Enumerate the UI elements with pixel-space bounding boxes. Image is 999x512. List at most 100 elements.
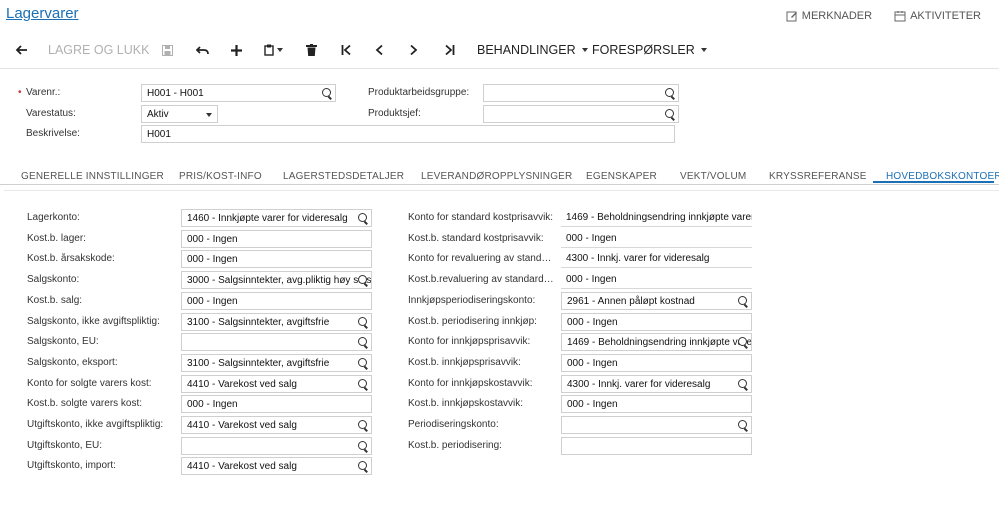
- search-icon[interactable]: [358, 316, 367, 326]
- next-record-button[interactable]: [410, 37, 418, 63]
- chevron-down-icon: [206, 113, 212, 117]
- account-selector[interactable]: 4410 - Varekost ved salg: [181, 374, 372, 393]
- field-label: Konto for innkjøpsprisavvik:: [408, 336, 531, 348]
- product-manager-label: Produktsjef:: [368, 108, 421, 119]
- active-tab-indicator: [873, 181, 994, 183]
- field-label: Kost.b. periodisering innkjøp:: [408, 315, 537, 327]
- field-label: Konto for solgte varers kost:: [27, 377, 152, 389]
- item-status-label: Varestatus:: [26, 108, 76, 119]
- account-selector[interactable]: 4300 - Innkj. varer for videresalg: [561, 374, 752, 393]
- add-button[interactable]: [231, 37, 242, 63]
- back-button[interactable]: [14, 37, 28, 63]
- save-button[interactable]: [162, 37, 173, 63]
- field-label: Konto for standard kostprisavvik:: [408, 212, 554, 223]
- account-selector[interactable]: 3100 - Salgsinntekter, avgiftsfrie: [181, 353, 372, 372]
- account-selector[interactable]: 4410 - Varekost ved salg: [181, 457, 372, 476]
- description-field[interactable]: H001: [141, 125, 675, 143]
- text-field[interactable]: 000 - Ingen: [561, 353, 752, 372]
- field-value: 000 - Ingen: [567, 316, 618, 328]
- inquiries-label: FORESPØRSLER: [592, 43, 695, 57]
- processing-menu[interactable]: BEHANDLINGER: [477, 37, 588, 63]
- account-selector[interactable]: 1460 - Innkjøpte varer for videresalg: [181, 209, 372, 227]
- chevron-down-icon: [700, 48, 707, 52]
- text-field[interactable]: 000 - Ingen: [181, 291, 372, 310]
- page-title[interactable]: Lagervarer: [6, 5, 79, 22]
- search-icon[interactable]: [358, 378, 367, 388]
- read-only-value: 1469 - Beholdningsendring innkjøpte vare…: [561, 209, 752, 227]
- field-value: 000 - Ingen: [567, 399, 618, 411]
- previous-record-button[interactable]: [375, 37, 383, 63]
- field-value: 1469 - Beholdningsendring innkjøpte vare: [567, 337, 752, 349]
- field-value: 3000 - Salgsinntekter, avg.pliktig høy s…: [187, 275, 372, 287]
- activities-button[interactable]: AKTIVITETER: [894, 10, 981, 22]
- read-only-value: 000 - Ingen: [561, 271, 752, 290]
- account-selector[interactable]: [181, 436, 372, 455]
- item-id-field[interactable]: H001 - H001: [141, 84, 336, 102]
- read-only-value: 4300 - Innkj. varer for videresalg: [561, 250, 752, 269]
- inquiries-menu[interactable]: FORESPØRSLER: [592, 37, 707, 63]
- account-selector[interactable]: [181, 333, 372, 352]
- work-group-field[interactable]: [483, 84, 679, 102]
- field-value: 1469 - Beholdningsendring innkjøpte vare…: [566, 212, 752, 223]
- search-icon[interactable]: [738, 337, 747, 347]
- field-label: Kost.b. lager:: [27, 232, 86, 244]
- search-icon[interactable]: [738, 295, 747, 305]
- tab-cross-reference[interactable]: KRYSSREFERANSE: [769, 171, 867, 182]
- delete-button[interactable]: [306, 37, 317, 63]
- field-label: Konto for innkjøpskostavvik:: [408, 377, 533, 389]
- account-selector[interactable]: 1469 - Beholdningsendring innkjøpte vare: [561, 333, 752, 352]
- item-status-select[interactable]: Aktiv: [141, 105, 218, 123]
- field-label: Lagerkonto:: [27, 212, 80, 223]
- gl-accounts-panel: Lagerkonto: 1460 - Innkjøpte varer for vi…: [4, 190, 999, 512]
- item-id-label: Varenr.:: [26, 87, 61, 98]
- account-selector[interactable]: [561, 416, 752, 434]
- text-field[interactable]: 000 - Ingen: [181, 250, 372, 269]
- tab-vendor-details[interactable]: LEVERANDØROPPLYSNINGER: [421, 171, 572, 182]
- chevron-right-icon: [410, 44, 418, 56]
- last-record-button[interactable]: [444, 37, 455, 63]
- search-icon[interactable]: [358, 337, 367, 347]
- edit-note-icon: [786, 11, 797, 22]
- field-label: Kost.b. salg:: [27, 294, 83, 306]
- tab-warehouse-details[interactable]: LAGERSTEDSDETALJER: [283, 171, 404, 182]
- search-icon[interactable]: [358, 213, 367, 222]
- account-selector[interactable]: 3100 - Salgsinntekter, avgiftsfrie: [181, 312, 372, 331]
- tab-attributes[interactable]: EGENSKAPER: [586, 171, 657, 182]
- first-record-button[interactable]: [341, 37, 352, 63]
- tab-price-cost-info[interactable]: PRIS/KOST-INFO: [179, 171, 262, 182]
- tab-general-settings[interactable]: GENERELLE INNSTILLINGER: [21, 171, 164, 182]
- undo-button[interactable]: [196, 37, 209, 63]
- search-icon[interactable]: [358, 461, 367, 471]
- text-field[interactable]: 000 - Ingen: [181, 229, 372, 248]
- search-icon[interactable]: [665, 109, 674, 118]
- search-icon[interactable]: [358, 440, 367, 450]
- field-value: 3100 - Salgsinntekter, avgiftsfrie: [187, 316, 330, 328]
- search-icon[interactable]: [358, 275, 367, 285]
- account-selector[interactable]: 3000 - Salgsinntekter, avg.pliktig høy s…: [181, 271, 372, 290]
- notes-button[interactable]: MERKNADER: [786, 10, 872, 22]
- field-label: Konto for revaluering av standard k...: [408, 253, 555, 265]
- text-field[interactable]: 000 - Ingen: [561, 395, 752, 414]
- text-field[interactable]: 000 - Ingen: [181, 395, 372, 414]
- search-icon[interactable]: [358, 357, 367, 367]
- item-id-value: H001 - H001: [147, 88, 204, 99]
- account-selector[interactable]: 4410 - Varekost ved salg: [181, 416, 372, 434]
- tab-weight-volume[interactable]: VEKT/VOLUM: [680, 171, 746, 182]
- search-icon[interactable]: [665, 88, 674, 97]
- text-field[interactable]: 000 - Ingen: [561, 312, 752, 331]
- field-value: 3100 - Salgsinntekter, avgiftsfrie: [187, 357, 330, 369]
- account-selector[interactable]: 2961 - Annen påløpt kostnad: [561, 291, 752, 310]
- description-value: H001: [147, 129, 171, 140]
- search-icon[interactable]: [738, 420, 747, 429]
- field-label: Kost.b.revaluering av standardkost...: [408, 274, 555, 286]
- text-field[interactable]: [561, 436, 752, 455]
- copy-paste-button[interactable]: [264, 37, 283, 63]
- search-icon[interactable]: [738, 378, 747, 388]
- field-value: 000 - Ingen: [187, 233, 238, 245]
- search-icon[interactable]: [322, 88, 331, 97]
- save-close-button[interactable]: LAGRE OG LUKK: [48, 37, 149, 63]
- product-manager-field[interactable]: [483, 105, 679, 123]
- field-label: Salgskonto, eksport:: [27, 356, 118, 368]
- field-value: 4300 - Innkj. varer for videresalg: [566, 253, 710, 265]
- search-icon[interactable]: [358, 420, 367, 429]
